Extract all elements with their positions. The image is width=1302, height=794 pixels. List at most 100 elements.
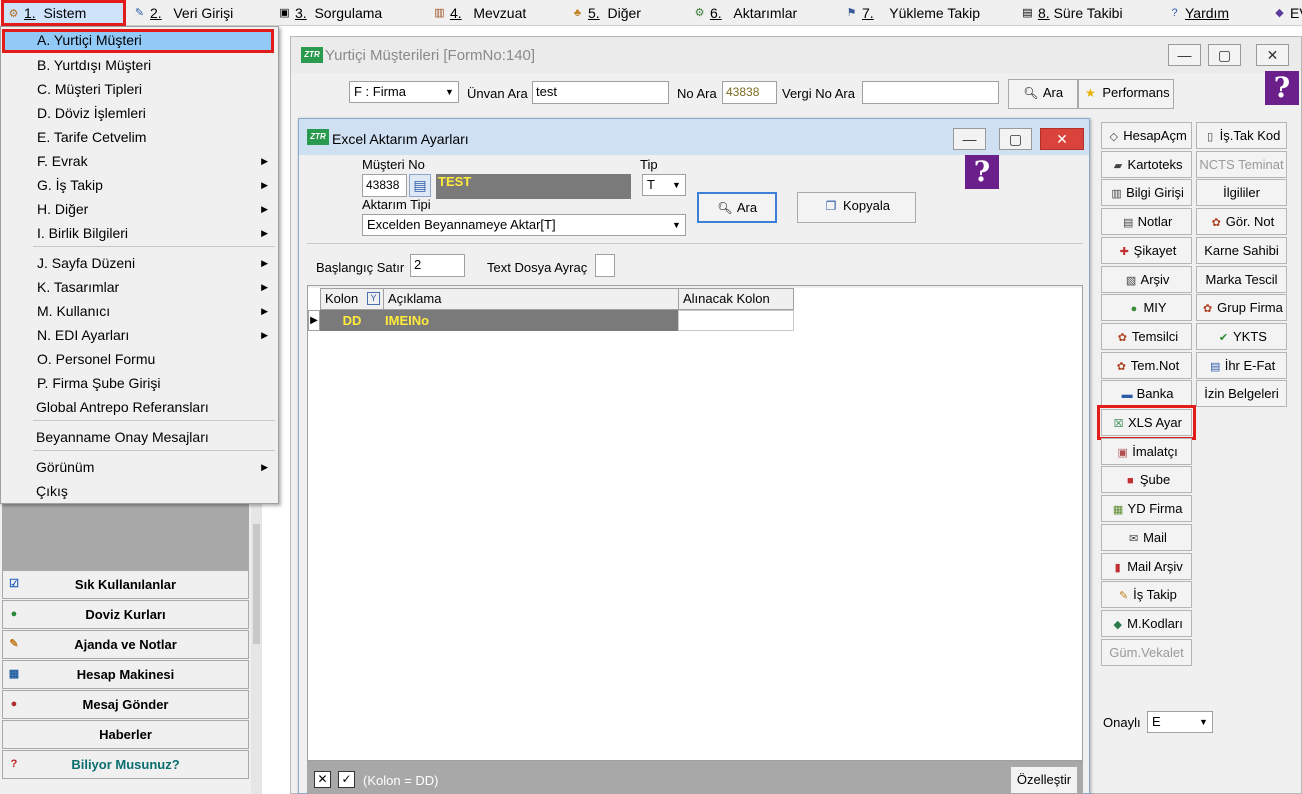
dialog-search-button[interactable]: 🔍︎ Ara <box>697 192 777 223</box>
separator-input[interactable] <box>595 254 615 277</box>
help-icon[interactable]: ? <box>1265 71 1299 105</box>
menu-item-3[interactable]: D. Döviz İşlemleri <box>1 101 278 125</box>
search-button[interactable]: 🔍︎ Ara <box>1008 79 1078 109</box>
menu-yukleme-takip[interactable]: ⚑ 7. Yükleme Takip <box>842 2 980 24</box>
close-button[interactable]: ✕ <box>1256 44 1289 66</box>
side-button-hesapa-m[interactable]: ◇ HesapAçm <box>1101 122 1192 149</box>
grid-cell-kolon[interactable]: DD <box>320 310 384 331</box>
side-button-karne-sahibi[interactable]: Karne Sahibi <box>1196 236 1287 264</box>
no-search-input[interactable]: 43838 <box>722 81 777 104</box>
menu-item-10[interactable]: K. Tasarımlar ▶ <box>1 275 278 299</box>
favorites-button[interactable]: ☑ Sık Kullanılanlar <box>2 570 249 599</box>
send-message-button[interactable]: ● Mesaj Gönder <box>2 690 249 719</box>
menu-sistem[interactable]: ⚙ 1. Sistem <box>1 0 126 26</box>
menu-item-11[interactable]: M. Kullanıcı ▶ <box>1 299 278 323</box>
transfer-type-select[interactable]: Excelden Beyannameye Aktar[T] ▼ <box>362 214 686 236</box>
side-button-i-malat-[interactable]: ▣ İmalatçı <box>1101 437 1192 465</box>
calculator-button[interactable]: ▦ Hesap Makinesi <box>2 660 249 689</box>
side-button-mail-ar-iv[interactable]: ▮ Mail Arşiv <box>1101 552 1192 580</box>
side-button-m-kodlar-[interactable]: ◆ M.Kodları <box>1101 609 1192 637</box>
side-button-notlar[interactable]: ▤ Notlar <box>1101 208 1192 236</box>
menu-item-13[interactable]: O. Personel Formu <box>1 347 278 371</box>
side-button-tem-not[interactable]: ✿ Tem.Not <box>1101 351 1192 379</box>
grid-header-aciklama[interactable]: Açıklama <box>383 288 679 310</box>
side-button-bilgi-giri-i[interactable]: ▥ Bilgi Girişi <box>1101 179 1192 207</box>
minimize-button[interactable]: — <box>1168 44 1201 66</box>
side-button-ncts-teminat[interactable]: NCTS Teminat <box>1196 150 1287 178</box>
type-combo[interactable]: F : Firma ▼ <box>349 81 459 103</box>
side-button-miy[interactable]: ● MIY <box>1101 294 1192 322</box>
side-button-i-lgililer[interactable]: İlgililer <box>1196 179 1287 207</box>
side-button-i-hr-e-fat[interactable]: ▤ İhr E-Fat <box>1196 351 1287 379</box>
grid-cell-alinacak[interactable] <box>678 310 794 331</box>
enable-filter-checkbox[interactable]: ✓ <box>338 771 355 788</box>
side-button-i-tak-kod[interactable]: ▯ İş.Tak Kod <box>1196 122 1287 149</box>
side-button-marka-tescil[interactable]: Marka Tescil <box>1196 265 1287 293</box>
menu-ev[interactable]: ◆EV <box>1270 2 1302 24</box>
menu-aktarimlar[interactable]: ⚙ 6. Aktarımlar <box>690 2 798 24</box>
side-button-temsilci[interactable]: ✿ Temsilci <box>1101 322 1192 350</box>
clear-filter-icon[interactable]: ✕ <box>314 771 331 788</box>
menu-item-17[interactable]: Görünüm ▶ <box>1 455 278 479</box>
customer-no-input[interactable]: 43838 <box>362 174 407 197</box>
maximize-button[interactable]: ▢ <box>1208 44 1241 66</box>
menu-item-18[interactable]: Çıkış <box>1 479 278 503</box>
menu-item-8[interactable]: I. Birlik Bilgileri ▶ <box>1 221 278 245</box>
side-button-i-takip[interactable]: ✎ İş Takip <box>1101 581 1192 609</box>
scrollbar-thumb[interactable] <box>253 524 260 644</box>
currency-rates-button[interactable]: ● Doviz Kurları <box>2 600 249 629</box>
menu-mevzuat[interactable]: ▥ 4. Mevzuat <box>430 2 526 24</box>
filter-icon[interactable]: Y <box>367 292 380 305</box>
menu-item-2[interactable]: C. Müşteri Tipleri <box>1 77 278 101</box>
menu-item-14[interactable]: P. Firma Şube Girişi <box>1 371 278 395</box>
type-select[interactable]: T ▼ <box>642 174 686 196</box>
menu-item-0[interactable]: A. Yurtiçi Müşteri <box>2 29 274 53</box>
menu-item-5[interactable]: F. Evrak ▶ <box>1 149 278 173</box>
excel-settings-titlebar[interactable]: ZTR Excel Aktarım Ayarları — ▢ ✕ <box>299 119 1089 155</box>
menu-veri-girisi[interactable]: ✎ 2. Veri Girişi <box>130 2 233 24</box>
menu-sorgulama[interactable]: ▣ 3. Sorgulama <box>275 2 382 24</box>
side-button--ube[interactable]: ■ Şube <box>1101 466 1192 494</box>
side-button--ikayet[interactable]: ✚ Şikayet <box>1101 236 1192 264</box>
dialog-minimize-button[interactable]: — <box>953 128 986 150</box>
side-button-ar-iv[interactable]: ▧ Arşiv <box>1101 265 1192 293</box>
grid-header-alinacak[interactable]: Alınacak Kolon <box>678 288 794 310</box>
performance-button[interactable]: ★ Performans <box>1078 79 1174 109</box>
start-row-input[interactable]: 2 <box>410 254 465 277</box>
side-button-g-r-not[interactable]: ✿ Gör. Not <box>1196 208 1287 236</box>
agenda-button[interactable]: ✎ Ajanda ve Notlar <box>2 630 249 659</box>
news-button[interactable]: Haberler <box>2 720 249 749</box>
menu-item-6[interactable]: G. İş Takip ▶ <box>1 173 278 197</box>
customers-window-titlebar[interactable]: ZTR Yurtiçi Müşterileri [FormNo:140] — ▢… <box>291 37 1301 73</box>
menu-item-9[interactable]: J. Sayfa Düzeni ▶ <box>1 251 278 275</box>
menu-item-16[interactable]: Beyanname Onay Mesajları <box>1 425 278 449</box>
side-button-banka[interactable]: ▬ Banka <box>1101 380 1192 408</box>
side-button-yd-firma[interactable]: ▦ YD Firma <box>1101 495 1192 523</box>
menu-item-7[interactable]: H. Diğer ▶ <box>1 197 278 221</box>
side-button-g-m-vekalet[interactable]: Güm.Vekalet <box>1101 638 1192 666</box>
vergi-search-input[interactable] <box>862 81 999 104</box>
menu-item-1[interactable]: B. Yurtdışı Müşteri <box>1 53 278 77</box>
side-button-mail[interactable]: ✉ Mail <box>1101 523 1192 551</box>
menu-item-12[interactable]: N. EDI Ayarları ▶ <box>1 323 278 347</box>
copy-button[interactable]: ❐ Kopyala <box>797 192 916 223</box>
did-you-know-button[interactable]: ? Biliyor Musunuz? <box>2 750 249 779</box>
menu-item-15[interactable]: Global Antrepo Referansları <box>1 395 278 419</box>
menu-diger[interactable]: ♣ 5. Diğer <box>568 2 641 24</box>
left-pane-scrollbar[interactable] <box>251 504 262 794</box>
side-button-xls-ayar[interactable]: ☒ XLS Ayar <box>1097 405 1196 440</box>
menu-item-4[interactable]: E. Tarife Cetvelim <box>1 125 278 149</box>
side-button-i-zin-belgeleri[interactable]: İzin Belgeleri <box>1196 380 1287 408</box>
menu-sure-takibi[interactable]: ▤ 8. Süre Takibi <box>1018 2 1122 24</box>
customize-button[interactable]: Özelleştir <box>1010 766 1078 794</box>
dialog-maximize-button[interactable]: ▢ <box>999 128 1032 150</box>
dialog-close-button[interactable]: ✕ <box>1040 128 1084 150</box>
approved-combo[interactable]: E ▼ <box>1147 711 1213 733</box>
dialog-help-icon[interactable]: ? <box>965 155 999 189</box>
menu-yardim[interactable]: ? Yardım <box>1165 2 1229 24</box>
unvan-search-input[interactable]: test <box>532 81 669 104</box>
side-button-ykts[interactable]: ✔ YKTS <box>1196 322 1287 350</box>
grid-header-kolon[interactable]: Kolon Y <box>320 288 384 310</box>
side-button-kartoteks[interactable]: ▰ Kartoteks <box>1101 150 1192 178</box>
customer-lookup-icon[interactable]: ▤ <box>409 174 431 197</box>
